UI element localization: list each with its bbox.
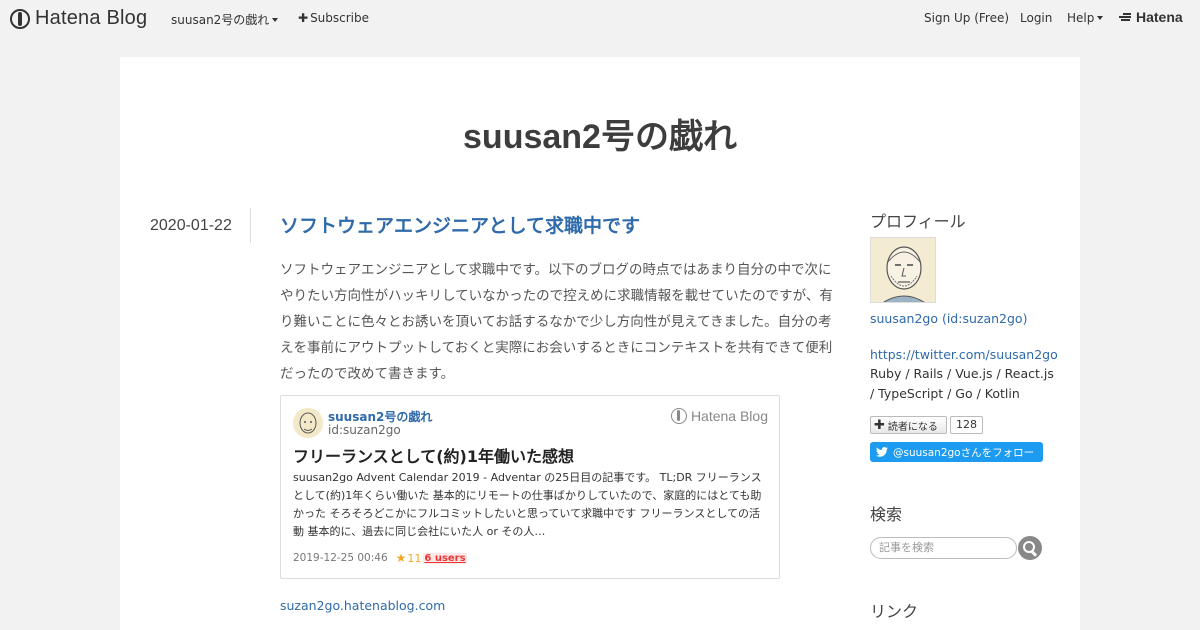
card-title[interactable]: フリーランスとして(約)1年働いた感想 bbox=[293, 443, 574, 467]
twitter-follow-button[interactable]: @suusan2goさんをフォロー bbox=[870, 442, 1043, 462]
hatena-logo-text: Hatena bbox=[1136, 9, 1183, 25]
search-icon[interactable] bbox=[1018, 536, 1042, 560]
hatena-logo[interactable]: Hatena bbox=[1119, 9, 1183, 25]
reader-button-label: 読者になる bbox=[887, 421, 938, 433]
card-brand: Hatena Blog bbox=[690, 408, 768, 424]
twitter-url-link[interactable]: https://twitter.com/suusan2go bbox=[870, 347, 1058, 362]
twitter-bird-icon bbox=[876, 447, 888, 457]
card-date: 2019-12-25 00:46 bbox=[293, 552, 388, 564]
card-blog-id: id:suzan2go bbox=[328, 423, 401, 437]
profile-name-link[interactable]: suusan2go (id:suzan2go) bbox=[870, 311, 1027, 326]
twitter-follow-label: @suusan2goさんをフォロー bbox=[893, 446, 1035, 459]
help-menu[interactable]: Help bbox=[1067, 11, 1104, 25]
search-input[interactable]: 記事を検索 bbox=[870, 537, 1017, 559]
subscribe-reader-button[interactable]: ✚ 読者になる bbox=[870, 416, 947, 434]
star-icon: ★ bbox=[395, 551, 407, 565]
entry: ソフトウェアエンジニアとして求職中です ソフトウェアエンジニアとして求職中です。… bbox=[280, 211, 842, 387]
hatena-logo-icon bbox=[1119, 12, 1133, 22]
blog-menu[interactable]: suusan2号の戯れ bbox=[171, 11, 279, 28]
blog-title[interactable]: suusan2号の戯れ bbox=[120, 109, 1080, 158]
star-count: 11 bbox=[407, 551, 422, 565]
date-divider bbox=[250, 208, 251, 243]
profile-bio: Ruby / Rails / Vue.js / React.js / TypeS… bbox=[870, 366, 1054, 401]
profile-heading: プロフィール bbox=[870, 212, 966, 231]
help-label: Help bbox=[1067, 11, 1095, 25]
caret-down-icon bbox=[272, 17, 279, 22]
entry-body: ソフトウェアエンジニアとして求職中です。以下のブログの時点ではあまり自分の中で次… bbox=[280, 262, 833, 382]
card-meta: 2019-12-25 00:46 ★ 11 6 users bbox=[293, 551, 467, 565]
blog-container: suusan2号の戯れ 2020-01-22 ソフトウェアエンジニアとして求職中… bbox=[120, 57, 1080, 630]
embed-card[interactable]: suusan2号の戯れ id:suzan2go Hatena Blog フリーラ… bbox=[280, 395, 780, 579]
subscribe-label: Subscribe bbox=[310, 11, 370, 25]
card-avatar bbox=[293, 408, 323, 438]
search-heading: 検索 bbox=[870, 505, 903, 524]
login-link[interactable]: Login bbox=[1020, 11, 1052, 25]
plus-icon: ✚ bbox=[874, 417, 885, 433]
entry-source-link[interactable]: suzan2go.hatenablog.com bbox=[280, 598, 445, 613]
links-heading: リンク bbox=[870, 602, 919, 621]
caret-down-icon bbox=[1097, 16, 1104, 20]
entry-date[interactable]: 2020-01-22 bbox=[150, 217, 232, 235]
hatena-blog-logo-icon bbox=[10, 8, 30, 29]
hatena-blog-logo-icon bbox=[670, 408, 687, 424]
bookmark-users[interactable]: 6 users bbox=[423, 552, 467, 564]
hatena-blog-logo[interactable]: Hatena Blog bbox=[10, 7, 147, 30]
blog-menu-label: suusan2号の戯れ bbox=[171, 13, 270, 27]
global-header: Hatena Blog suusan2号の戯れ ✚ Subscribe Sign… bbox=[0, 0, 1200, 36]
plus-icon: ✚ bbox=[298, 11, 309, 25]
signup-link[interactable]: Sign Up (Free) bbox=[924, 11, 1009, 25]
profile-avatar[interactable] bbox=[870, 237, 936, 303]
card-hatena-blog-logo: Hatena Blog bbox=[670, 408, 768, 424]
card-description: suusan2go Advent Calendar 2019 - Adventa… bbox=[293, 471, 762, 538]
entry-title[interactable]: ソフトウェアエンジニアとして求職中です bbox=[280, 211, 842, 238]
logo-text: Hatena Blog bbox=[35, 7, 148, 29]
reader-count[interactable]: 128 bbox=[950, 416, 983, 434]
subscribe-button[interactable]: ✚ Subscribe bbox=[298, 11, 369, 25]
